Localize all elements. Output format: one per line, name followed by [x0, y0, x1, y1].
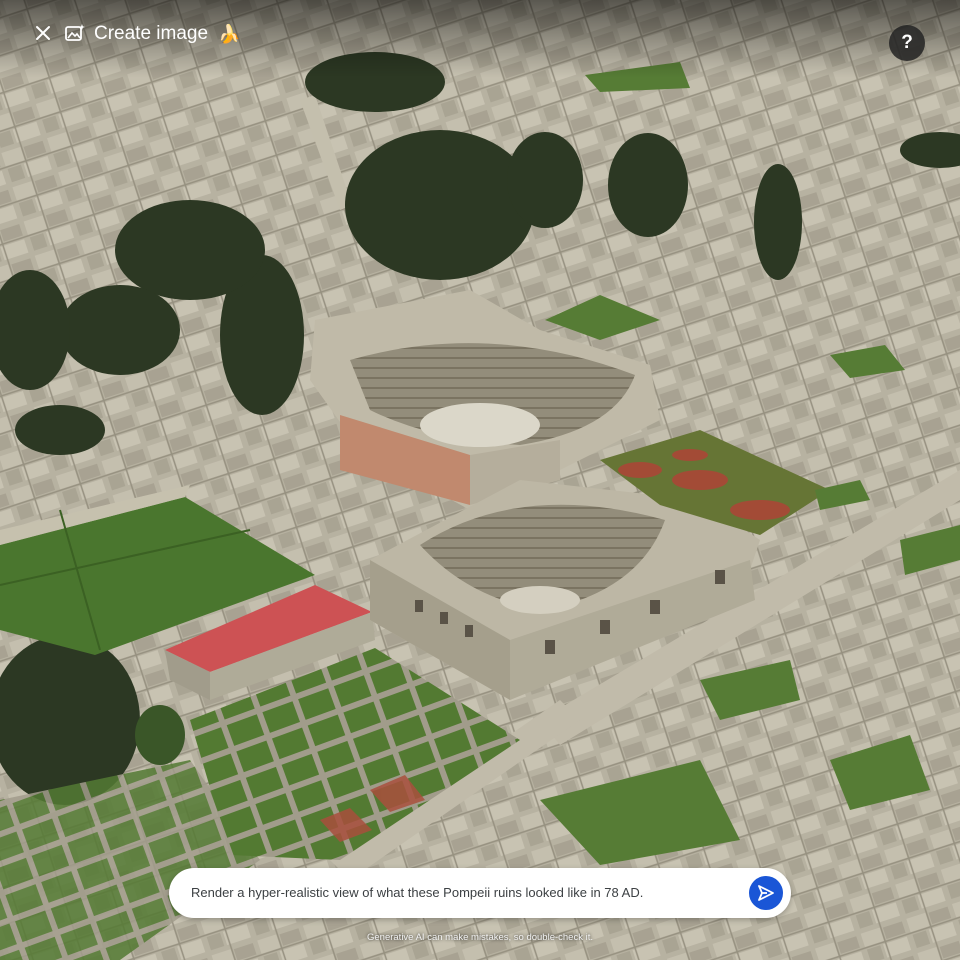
close-icon: [36, 26, 50, 40]
close-button[interactable]: [30, 20, 56, 46]
create-image-label: Create image: [94, 23, 209, 44]
banana-icon: 🍌: [218, 23, 241, 44]
send-icon: [758, 885, 774, 901]
prompt-bar: Render a hyper-realistic view of what th…: [169, 868, 791, 918]
disclaimer-text: Generative AI can make mistakes, so doub…: [367, 932, 593, 943]
help-button[interactable]: ?: [889, 25, 925, 61]
help-icon: ?: [901, 32, 913, 53]
top-bar: Create image 🍌 ?: [0, 0, 960, 78]
aerial-map-view[interactable]: [0, 0, 960, 960]
create-image-button[interactable]: Create image 🍌: [64, 20, 240, 48]
prompt-input[interactable]: Render a hyper-realistic view of what th…: [191, 868, 643, 918]
send-button[interactable]: [749, 876, 783, 910]
create-image-icon: [65, 24, 85, 41]
